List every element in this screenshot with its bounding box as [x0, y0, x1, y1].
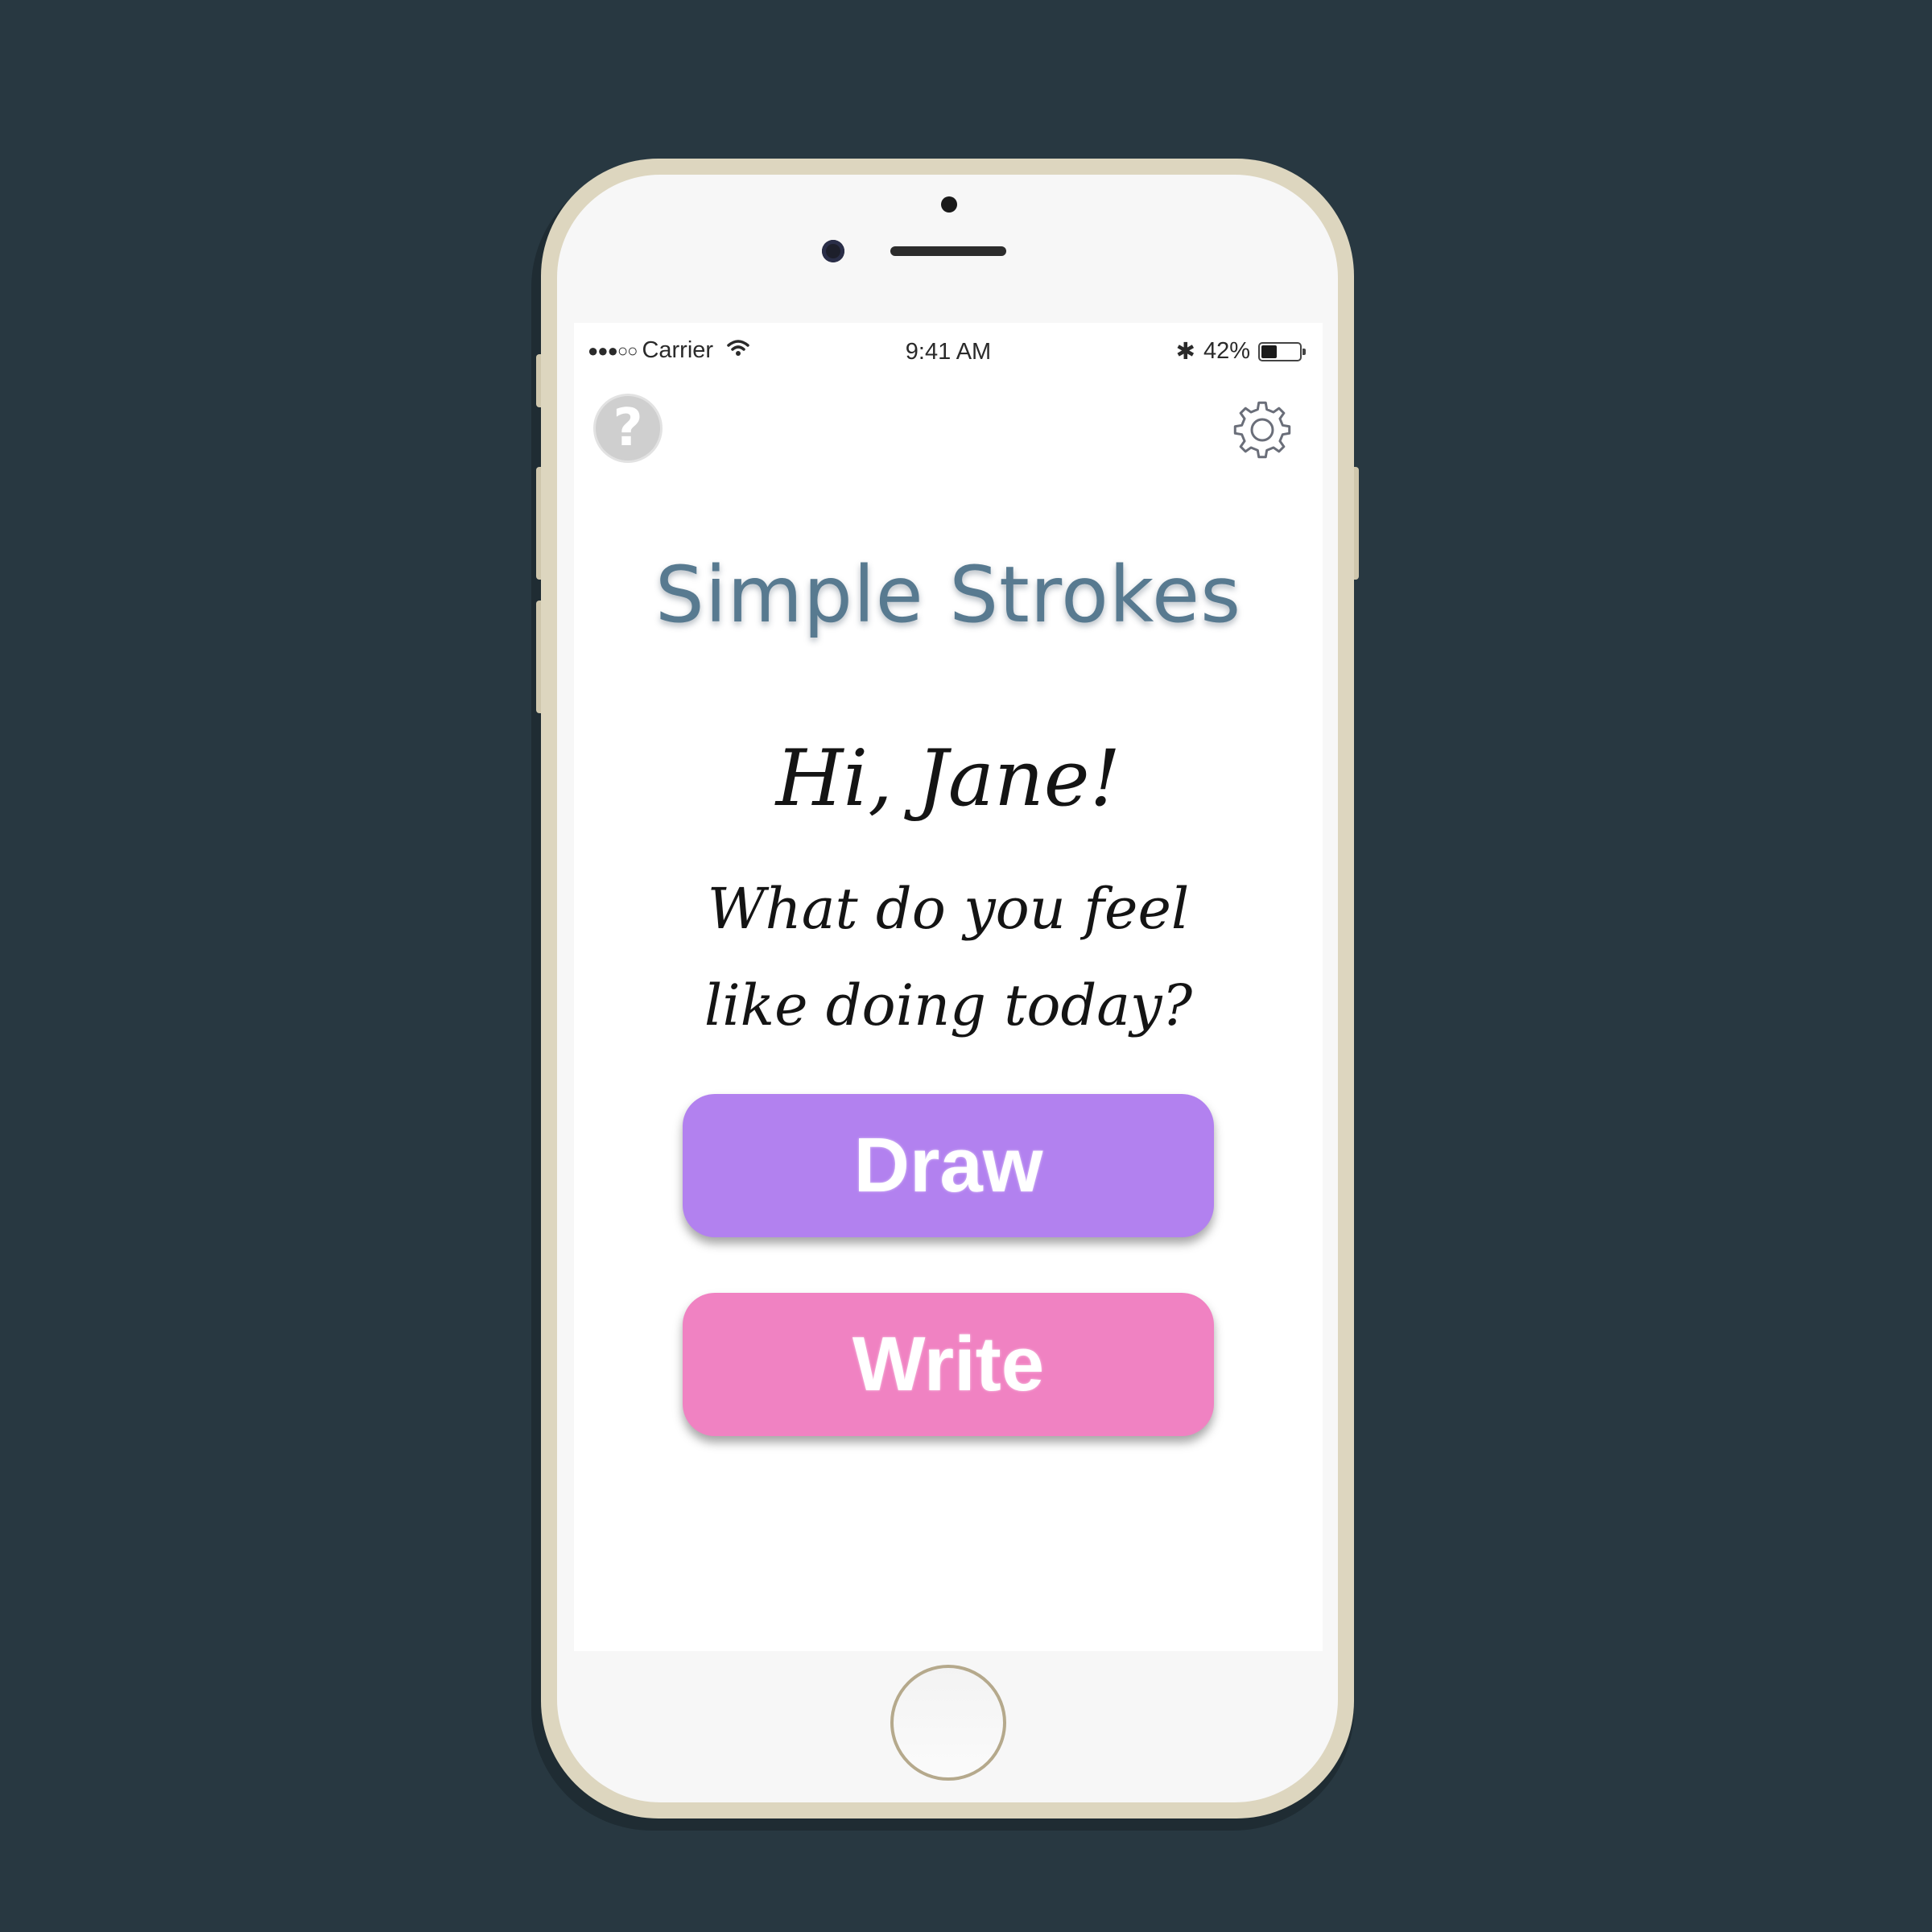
- battery-tip: [1302, 348, 1306, 355]
- help-button[interactable]: ?: [593, 394, 663, 463]
- front-camera: [822, 240, 844, 262]
- home-button[interactable]: [890, 1665, 1006, 1781]
- earpiece-speaker: [890, 246, 1006, 256]
- prompt-text: What do you feel like doing today?: [704, 876, 1193, 1038]
- battery-level-fill: [1261, 345, 1278, 358]
- write-button[interactable]: Write: [683, 1293, 1214, 1436]
- bluetooth-icon: ✱: [1175, 339, 1195, 365]
- proximity-sensor: [941, 196, 957, 213]
- gear-icon: [1233, 401, 1291, 459]
- gear-outline: [1233, 401, 1291, 459]
- settings-button[interactable]: [1230, 398, 1294, 462]
- battery-percent: 42%: [1203, 338, 1250, 364]
- status-bar-right: ✱ 42%: [1176, 337, 1307, 365]
- greeting-text: Hi, Jane!: [775, 733, 1121, 824]
- battery-icon: [1258, 341, 1306, 361]
- app-title: Simple Strokes: [654, 550, 1242, 640]
- app-screen: ●●●○○ Carrier 9:41 AM ✱ 42% ? Simple Str…: [574, 323, 1323, 1651]
- status-bar: ●●●○○ Carrier 9:41 AM ✱ 42%: [574, 323, 1323, 379]
- draw-button[interactable]: Draw: [683, 1094, 1214, 1237]
